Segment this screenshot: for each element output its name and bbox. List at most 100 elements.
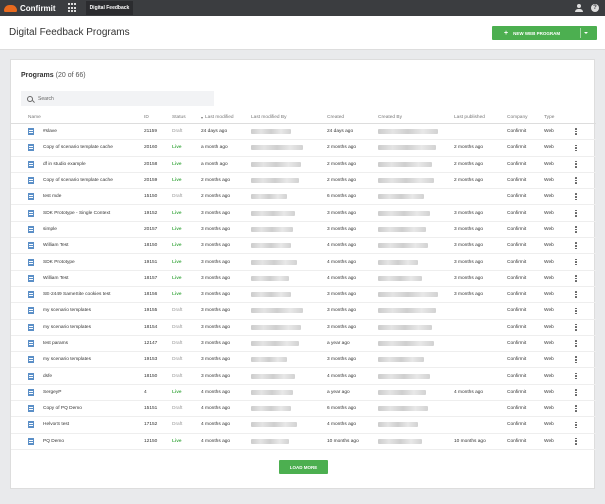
table-row[interactable]: my scenario templates 19155 Draft 3 months …	[11, 303, 596, 320]
row-menu[interactable]	[571, 336, 581, 351]
program-status: Live	[172, 145, 182, 151]
program-name[interactable]: Copy of scenario template cache	[43, 173, 153, 188]
row-menu[interactable]	[571, 401, 581, 416]
column-header-company[interactable]: Company	[507, 112, 542, 123]
program-name[interactable]: William Test	[43, 271, 153, 286]
table-row[interactable]: my scenario templates 19153 Draft 3 months …	[11, 352, 596, 369]
program-cell-icon	[28, 417, 35, 432]
program-name[interactable]: my scenario templates	[43, 303, 153, 318]
brand[interactable]: Confirmit	[4, 4, 56, 13]
column-header-last-modified-by[interactable]: Last modified By	[251, 112, 326, 123]
column-header-last-published[interactable]: Last published	[454, 112, 506, 123]
table-row[interactable]: SDK Prototype 19151 Live 3 months ago 4 mont…	[11, 254, 596, 271]
row-menu[interactable]	[571, 271, 581, 286]
program-name[interactable]: dsfe	[43, 368, 153, 383]
row-menu[interactable]	[571, 254, 581, 269]
row-menu[interactable]	[571, 287, 581, 302]
row-menu[interactable]	[571, 352, 581, 367]
program-name[interactable]: Copy of scenario template cache	[43, 140, 153, 155]
row-menu[interactable]	[571, 189, 581, 204]
load-more-button[interactable]: LOAD MORE	[279, 460, 328, 474]
program-name[interactable]: #slave	[43, 124, 153, 139]
column-header-created[interactable]: Created	[327, 112, 377, 123]
help-icon[interactable]: ?	[591, 4, 599, 12]
table-row[interactable]: SergeyP 4 Live 4 months ago a year ago 4 mont…	[11, 385, 596, 402]
program-created: 3 months ago	[327, 357, 357, 363]
brand-name: Confirmit	[20, 3, 56, 13]
table-row[interactable]: #slave 21159 Draft 24 days ago 24 days ago Co…	[11, 124, 596, 141]
row-menu[interactable]	[571, 417, 581, 432]
programs-count: (20 of 66)	[55, 72, 86, 79]
search-box[interactable]: Search	[21, 91, 214, 106]
program-id: 18154	[144, 324, 158, 330]
program-name[interactable]: William Test	[43, 238, 153, 253]
program-last-modified: 3 months ago	[201, 292, 231, 298]
table-row[interactable]: Copy of scenario template cache 20160 Live…	[11, 140, 596, 157]
column-header-created-by[interactable]: Created By	[378, 112, 453, 123]
table-row[interactable]: HelvorS test 17152 Draft 4 months ago 4 mont…	[11, 417, 596, 434]
table-row[interactable]: simple 20157 Live 3 months ago 3 months ago 3…	[11, 222, 596, 239]
row-menu[interactable]	[571, 385, 581, 400]
web-program-icon	[28, 274, 34, 282]
row-menu[interactable]	[571, 124, 581, 139]
redacted-text	[251, 243, 291, 249]
row-menu[interactable]	[571, 320, 581, 335]
row-menu[interactable]	[571, 222, 581, 237]
program-name[interactable]: HelvorS test	[43, 417, 153, 432]
web-program-icon	[28, 128, 34, 136]
row-menu[interactable]	[571, 303, 581, 318]
row-menu[interactable]	[571, 140, 581, 155]
program-name[interactable]: test mde	[43, 189, 153, 204]
table-row[interactable]: dsfe 18150 Draft 3 months ago 4 months ago Co…	[11, 368, 596, 385]
program-name[interactable]: my scenario templates	[43, 352, 153, 367]
user-icon[interactable]	[575, 4, 583, 12]
web-program-icon	[28, 405, 34, 413]
row-menu[interactable]	[571, 434, 581, 449]
row-menu[interactable]	[571, 157, 581, 172]
table-row[interactable]: my scenario templates 18154 Draft 3 months …	[11, 320, 596, 336]
app-title[interactable]: Digital Feedback	[85, 1, 134, 15]
program-name[interactable]: SDK Prototype - Single Context	[43, 205, 153, 220]
more-vertical-icon	[575, 356, 577, 364]
column-header-status[interactable]: Status	[172, 112, 200, 123]
row-menu[interactable]	[571, 368, 581, 383]
table-row[interactable]: William Test 18157 Live 3 months ago 4 month…	[11, 271, 596, 287]
search-input[interactable]: Search	[38, 96, 54, 102]
row-menu[interactable]	[571, 238, 581, 253]
column-header-id[interactable]: ID	[144, 112, 169, 123]
web-program-icon	[28, 144, 34, 152]
program-name[interactable]: SE-2449 SameSite cookies test	[43, 287, 153, 302]
program-company: Confirmit	[507, 178, 527, 184]
program-last-published: 4 months ago	[454, 389, 484, 395]
table-row[interactable]: SE-2449 SameSite cookies test 18156 Live 3 …	[11, 287, 596, 304]
program-name[interactable]: Copy of PQ Demo	[43, 401, 153, 416]
program-cell-icon	[28, 140, 35, 155]
app-grid-icon[interactable]	[67, 3, 78, 13]
column-header-name[interactable]: Name	[28, 112, 138, 123]
program-name[interactable]: SDK Prototype	[43, 254, 153, 269]
table-row[interactable]: PQ Demo 12150 Live 4 months ago 10 months ag…	[11, 434, 596, 450]
table-row[interactable]: df in studio example 20158 Live a month ago…	[11, 157, 596, 173]
program-name[interactable]: SergeyP	[43, 385, 153, 400]
table-row[interactable]: William Test 18150 Live 3 months ago 4 month…	[11, 238, 596, 255]
program-name[interactable]: test params	[43, 336, 153, 351]
table-row[interactable]: test params 12147 Draft 3 months ago a year …	[11, 336, 596, 353]
row-menu[interactable]	[571, 205, 581, 220]
column-header-type[interactable]: Type	[544, 112, 564, 123]
program-name[interactable]: simple	[43, 222, 153, 237]
program-created-by	[378, 320, 453, 335]
program-name[interactable]: PQ Demo	[43, 434, 153, 449]
program-created-by	[378, 417, 453, 432]
table-row[interactable]: Copy of PQ Demo 15151 Draft 4 months ago 6 m…	[11, 401, 596, 418]
table-row[interactable]: Copy of scenario template cache 20159 Live…	[11, 173, 596, 190]
row-menu[interactable]	[571, 173, 581, 188]
program-name[interactable]: df in studio example	[43, 157, 153, 172]
new-web-program-button[interactable]: + NEW WEB PROGRAM	[492, 26, 597, 40]
redacted-text	[378, 324, 432, 330]
table-row[interactable]: test mde 15150 Draft 2 months ago 6 months a…	[11, 189, 596, 206]
program-name[interactable]: my scenario templates	[43, 320, 153, 335]
chevron-down-icon[interactable]	[584, 32, 588, 34]
program-cell-icon	[28, 320, 35, 335]
table-row[interactable]: SDK Prototype - Single Context 19152 Live 3…	[11, 205, 596, 222]
column-header-last-modified[interactable]: Last modified	[201, 112, 251, 123]
